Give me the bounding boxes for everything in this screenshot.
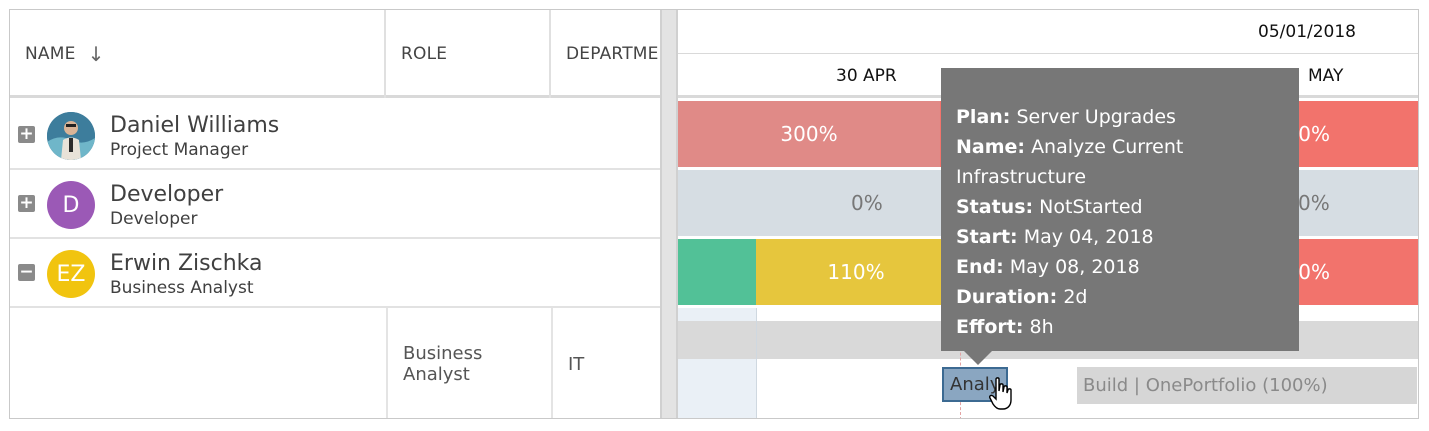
allocation-cell: 0% [851, 191, 883, 215]
avatar: EZ [47, 250, 95, 298]
expand-icon[interactable]: + [18, 126, 35, 143]
task-tooltip: Plan: Server Upgrades Name: Analyze Curr… [941, 68, 1299, 365]
task-bar-label: Build | OnePortfolio (100%) [1083, 375, 1328, 396]
tooltip-pointer [964, 351, 992, 365]
tooltip-name: Name: Analyze Current Infrastructure [956, 136, 1184, 188]
resource-name: Developer [110, 182, 224, 207]
expand-icon[interactable]: + [18, 195, 35, 212]
column-header-role[interactable]: ROLE [386, 10, 551, 98]
pane-splitter[interactable] [660, 10, 678, 418]
timeline-day: 30 APR [836, 66, 897, 86]
task-bar[interactable]: Build | OnePortfolio (100%) [1077, 367, 1417, 404]
column-header-role-label: ROLE [401, 44, 448, 64]
day-divider [756, 308, 757, 418]
timeline-day: MAY [1308, 66, 1344, 86]
grid-header: NAME ↓ ROLE DEPARTME [10, 10, 660, 98]
assignment-role: Business Analyst [386, 308, 551, 418]
timeline-date: 05/01/2018 [1258, 22, 1356, 42]
column-header-name[interactable]: NAME ↓ [10, 10, 386, 98]
allocation-cell[interactable]: 300% [678, 101, 940, 167]
avatar [47, 112, 95, 160]
hand-cursor-icon [989, 377, 1012, 410]
timeline-date-header: 05/01/2018 [678, 10, 1418, 54]
tooltip-status: Status: NotStarted [956, 196, 1143, 218]
column-header-name-label: NAME [25, 44, 76, 64]
resource-row[interactable]: − EZ Erwin Zischka Business Analyst [10, 239, 660, 308]
column-header-department-label: DEPARTME [566, 44, 659, 64]
resource-planner: NAME ↓ ROLE DEPARTME + Daniel Williams P… [9, 9, 1419, 419]
tooltip-duration: Duration: 2d [956, 286, 1088, 308]
allocation-cell-available[interactable] [678, 239, 756, 305]
assignment-department: IT [551, 308, 660, 418]
resource-role: Developer [110, 209, 198, 229]
allocation-cell: 0% [1298, 191, 1330, 215]
avatar: D [47, 181, 95, 229]
column-header-department[interactable]: DEPARTME [551, 10, 660, 98]
resource-row[interactable]: + D Developer Developer [10, 170, 660, 239]
assignment-row[interactable]: Business Analyst IT [10, 308, 660, 418]
allocation-cell[interactable]: 110% [756, 239, 946, 305]
avatar-photo-icon [47, 112, 95, 160]
tooltip-plan: Plan: Server Upgrades [956, 106, 1176, 128]
tooltip-end: End: May 08, 2018 [956, 256, 1140, 278]
arrow-down-icon[interactable]: ↓ [88, 42, 105, 66]
resource-role: Project Manager [110, 140, 249, 160]
resource-name: Daniel Williams [110, 113, 280, 138]
collapse-icon[interactable]: − [18, 264, 35, 281]
tooltip-start: Start: May 04, 2018 [956, 226, 1154, 248]
tooltip-effort: Effort: 8h [956, 316, 1054, 338]
resource-row[interactable]: + Daniel Williams Project Manager [10, 101, 660, 170]
resource-role: Business Analyst [110, 278, 254, 298]
resource-name: Erwin Zischka [110, 251, 263, 276]
resource-grid: NAME ↓ ROLE DEPARTME + Daniel Williams P… [10, 10, 660, 418]
